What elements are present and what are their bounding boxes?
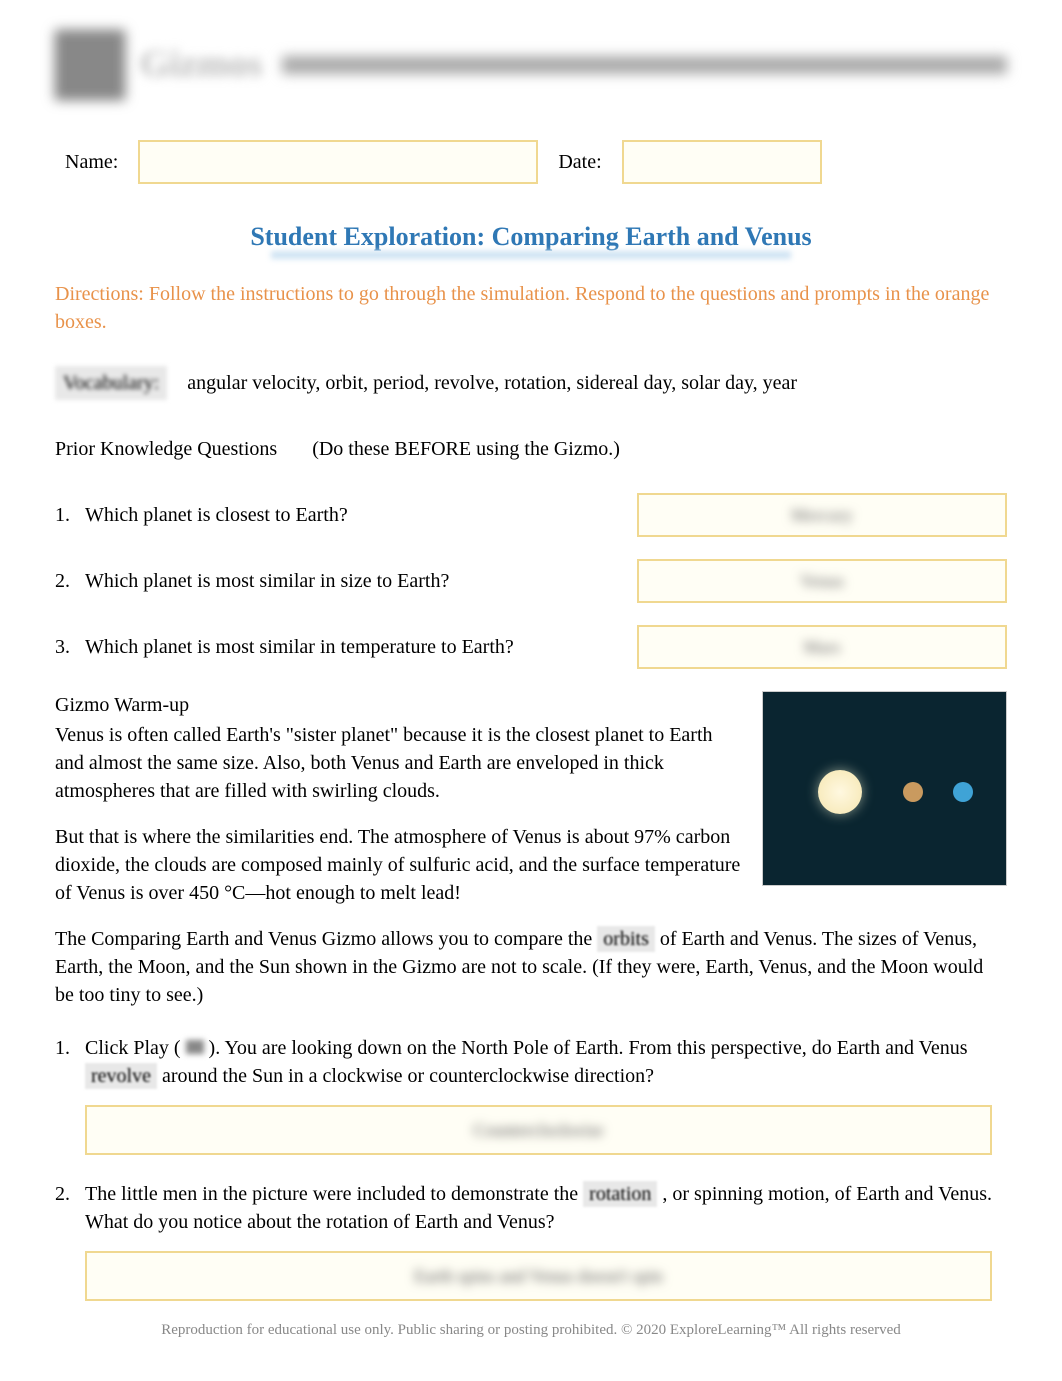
wq1-post: ). You are looking down on the North Pol… bbox=[209, 1037, 968, 1059]
page-title: Student Exploration: Comparing Earth and… bbox=[55, 219, 1007, 255]
footer-text: Reproduction for educational use only. P… bbox=[0, 1320, 1062, 1341]
warmup-question-2: 2. The little men in the picture were in… bbox=[55, 1180, 1007, 1236]
answer-box-3[interactable]: Mars bbox=[637, 625, 1007, 669]
question-text: Which planet is closest to Earth? bbox=[85, 501, 637, 529]
warmup-section: Gizmo Warm-up Venus is often called Eart… bbox=[55, 691, 1007, 1009]
question-number: 3. bbox=[55, 633, 85, 661]
warmup-p3-mid: Gizmo allows you to compare the bbox=[322, 928, 598, 950]
venus-icon bbox=[903, 782, 923, 802]
wq1-post2: around the Sun in a clockwise or counter… bbox=[162, 1065, 654, 1087]
orbits-keyword: orbits bbox=[597, 926, 655, 952]
title-text: Student Exploration: Comparing Earth and… bbox=[250, 222, 811, 251]
answer-text: Venus bbox=[800, 569, 844, 594]
warmup-answer-box-1[interactable]: Counterclockwise bbox=[85, 1105, 992, 1155]
date-label: Date: bbox=[558, 148, 601, 176]
question-number: 1. bbox=[55, 1034, 85, 1090]
vocabulary-row: Vocabulary: angular velocity, orbit, per… bbox=[55, 366, 1007, 400]
logo-icon bbox=[55, 30, 125, 100]
sun-icon bbox=[818, 770, 862, 814]
answer-text: Counterclockwise bbox=[474, 1118, 604, 1143]
revolve-keyword: revolve bbox=[85, 1063, 157, 1089]
date-input[interactable] bbox=[622, 140, 822, 184]
vocabulary-label: Vocabulary: bbox=[55, 366, 167, 400]
question-number: 2. bbox=[55, 1180, 85, 1236]
prior-knowledge-label: Prior Knowledge Questions bbox=[55, 438, 277, 460]
answer-text: Mars bbox=[804, 635, 841, 660]
rotation-keyword: rotation bbox=[583, 1181, 657, 1207]
gizmo-preview-image bbox=[762, 691, 1007, 886]
vocabulary-terms: angular velocity, orbit, period, revolve… bbox=[187, 372, 797, 394]
question-body: The little men in the picture were inclu… bbox=[85, 1180, 1007, 1236]
answer-box-2[interactable]: Venus bbox=[637, 559, 1007, 603]
prior-knowledge-heading: Prior Knowledge Questions (Do these BEFO… bbox=[55, 435, 1007, 463]
header: Gizmos bbox=[55, 30, 1007, 100]
warmup-paragraph-3: The Comparing Earth and Venus Gizmo allo… bbox=[55, 925, 1007, 1009]
answer-box-1[interactable]: Mercury bbox=[637, 493, 1007, 537]
question-body: Click Play ( ). You are looking down on … bbox=[85, 1034, 1007, 1090]
name-date-row: Name: Date: bbox=[55, 140, 1007, 184]
question-number: 2. bbox=[55, 567, 85, 595]
answer-text: Earth spins and Venus doesn't spin bbox=[414, 1264, 662, 1289]
question-text: Which planet is most similar in size to … bbox=[85, 567, 637, 595]
earth-icon bbox=[953, 782, 973, 802]
warmup-p3-pre: The bbox=[55, 928, 91, 950]
warmup-p3-gizmo-name: Comparing Earth and Venus bbox=[91, 928, 317, 950]
directions-text: Directions: Follow the instructions to g… bbox=[55, 280, 1007, 336]
wq1-pre: Click Play ( bbox=[85, 1037, 181, 1059]
question-text: Which planet is most similar in temperat… bbox=[85, 633, 637, 661]
answer-text: Mercury bbox=[791, 503, 853, 528]
name-label: Name: bbox=[65, 148, 118, 176]
play-icon bbox=[186, 1040, 204, 1054]
document-page: Gizmos Name: Date: Student Exploration: … bbox=[0, 0, 1062, 1381]
prior-knowledge-note: (Do these BEFORE using the Gizmo.) bbox=[312, 438, 620, 460]
title-underline bbox=[271, 251, 791, 259]
warmup-question-1: 1. Click Play ( ). You are looking down … bbox=[55, 1034, 1007, 1090]
warmup-answer-box-2[interactable]: Earth spins and Venus doesn't spin bbox=[85, 1251, 992, 1301]
wq2-pre: The little men in the picture were inclu… bbox=[85, 1183, 583, 1205]
question-row-3: 3. Which planet is most similar in tempe… bbox=[55, 625, 1007, 669]
logo-text: Gizmos bbox=[140, 38, 262, 91]
name-input[interactable] bbox=[138, 140, 538, 184]
question-row-2: 2. Which planet is most similar in size … bbox=[55, 559, 1007, 603]
header-divider bbox=[282, 56, 1007, 74]
question-number: 1. bbox=[55, 501, 85, 529]
question-row-1: 1. Which planet is closest to Earth? Mer… bbox=[55, 493, 1007, 537]
